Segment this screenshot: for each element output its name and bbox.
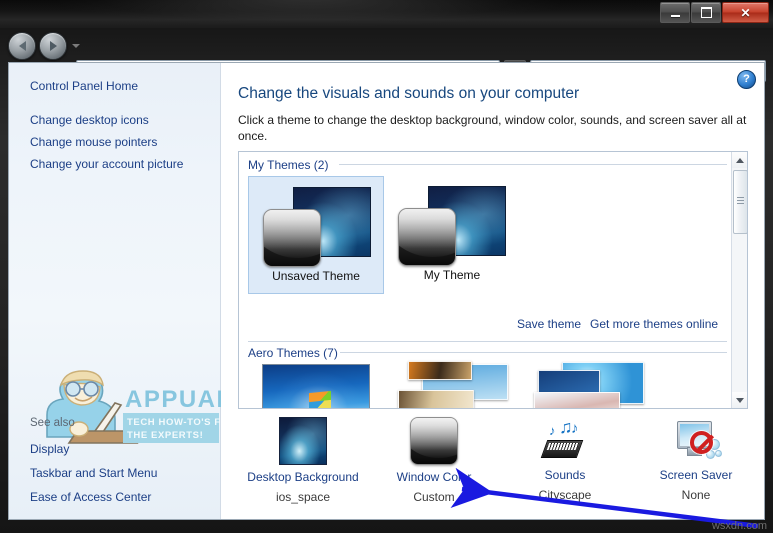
option-window-color[interactable]: Window Color Custom <box>369 417 499 504</box>
sidebar-item-display[interactable]: Display <box>30 442 69 456</box>
get-more-themes-online-link[interactable]: Get more themes online <box>590 317 718 331</box>
maximize-button[interactable] <box>691 2 721 23</box>
see-also-label: See also <box>30 417 75 429</box>
theme-tile-unsaved[interactable]: Unsaved Theme <box>248 176 384 294</box>
music-note-icon: ♪ <box>571 420 579 437</box>
group-rule <box>339 164 727 165</box>
appuals-watermark-logo: APPUALS TECH HOW-TO'S FROM THE EXPERTS! <box>46 370 227 444</box>
theme-window-glass-thumb <box>263 209 321 267</box>
option-sounds[interactable]: ♪ ♫ ♪ Sounds Cityscape <box>500 417 630 502</box>
close-button[interactable]: ✕ <box>722 2 769 23</box>
scroll-up-arrow-icon <box>735 157 744 163</box>
svg-text:THE EXPERTS!: THE EXPERTS! <box>127 430 203 441</box>
option-title[interactable]: Window Color <box>369 470 499 484</box>
theme-label: Unsaved Theme <box>272 269 360 283</box>
theme-window-glass-thumb <box>398 208 456 266</box>
option-title[interactable]: Desktop Background <box>238 470 368 484</box>
option-title[interactable]: Sounds <box>500 468 630 482</box>
option-screen-saver[interactable]: Screen Saver None <box>631 417 761 502</box>
aero-theme-thumb-windows7[interactable] <box>262 364 370 408</box>
window-controls: ✕ <box>660 2 769 23</box>
main-content: ? Change the visuals and sounds on your … <box>221 63 764 519</box>
group-divider <box>248 341 727 342</box>
theme-tile-my-theme[interactable]: My Theme <box>384 176 520 294</box>
group-rule <box>340 352 727 353</box>
close-icon: ✕ <box>740 5 751 20</box>
option-value: None <box>681 488 711 502</box>
scrollbar-grip-icon <box>737 197 744 204</box>
option-value: Custom <box>413 490 455 504</box>
save-theme-link[interactable]: Save theme <box>517 317 581 331</box>
music-note-icon: ♪ <box>549 423 556 438</box>
forward-arrow-icon <box>49 41 57 51</box>
option-desktop-background[interactable]: Desktop Background ios_space <box>238 417 368 504</box>
nav-buttons <box>8 32 80 60</box>
window-color-icon <box>410 417 458 465</box>
scrollbar-thumb[interactable] <box>733 170 747 234</box>
theme-list-scrollbar[interactable] <box>731 152 747 408</box>
sidebar-item-ease-of-access[interactable]: Ease of Access Center <box>30 490 151 504</box>
option-value: ios_space <box>275 490 331 504</box>
maximize-icon <box>700 7 712 18</box>
title-bar-gloss <box>60 0 560 26</box>
aero-thumb-image <box>262 364 370 408</box>
sidebar-item-change-account-picture[interactable]: Change your account picture <box>30 157 183 171</box>
option-title[interactable]: Screen Saver <box>631 468 761 482</box>
back-button[interactable] <box>8 32 36 60</box>
theme-preview <box>398 186 506 266</box>
screen-saver-icon <box>673 417 722 463</box>
scroll-up-button[interactable] <box>732 152 747 168</box>
sidebar-item-change-desktop-icons[interactable]: Change desktop icons <box>30 113 149 127</box>
sidebar-item-taskbar-start-menu[interactable]: Taskbar and Start Menu <box>30 466 157 480</box>
scroll-down-arrow-icon <box>735 397 744 403</box>
keyboard-icon <box>540 440 584 458</box>
prohibition-icon <box>690 431 713 454</box>
control-panel-window: ✕ « Appearance and Personalization ▸ Per… <box>0 0 773 533</box>
client-area: Control Panel Home Change desktop icons … <box>8 62 765 520</box>
theme-preview <box>263 187 371 267</box>
bubble-icon <box>715 450 722 457</box>
recent-pages-chevron-down-icon[interactable] <box>72 44 80 48</box>
forward-button[interactable] <box>39 32 67 60</box>
sidebar-item-change-mouse-pointers[interactable]: Change mouse pointers <box>30 135 157 149</box>
sidebar-item-control-panel-home[interactable]: Control Panel Home <box>30 79 138 93</box>
page-description: Click a theme to change the desktop back… <box>238 113 747 143</box>
aero-thumb-image <box>408 361 472 380</box>
minimize-button[interactable] <box>660 2 690 23</box>
sounds-icon: ♪ ♫ ♪ <box>540 417 588 463</box>
page-title: Change the visuals and sounds on your co… <box>238 85 580 102</box>
scroll-down-button[interactable] <box>732 392 747 408</box>
help-question-icon[interactable]: ? <box>737 70 756 89</box>
aero-theme-thumb-characters[interactable] <box>534 362 644 408</box>
back-arrow-icon <box>18 41 26 51</box>
aero-thumb-image <box>398 390 474 408</box>
sidebar: Control Panel Home Change desktop icons … <box>9 63 227 519</box>
aero-thumb-image <box>534 392 620 408</box>
aero-theme-thumb-architecture[interactable] <box>398 361 508 408</box>
theme-label: My Theme <box>423 268 481 282</box>
navigation-toolbar: « Appearance and Personalization ▸ Perso… <box>0 28 773 82</box>
title-bar[interactable]: ✕ <box>0 0 773 28</box>
site-watermark: wsxdn.com <box>711 520 767 532</box>
svg-text:APPUALS: APPUALS <box>125 386 227 413</box>
desktop-background-icon <box>279 417 327 465</box>
option-value: Cityscape <box>538 488 592 502</box>
theme-list-panel[interactable]: My Themes (2) Unsaved Theme My Theme Sav… <box>238 151 748 409</box>
svg-text:TECH HOW-TO'S FROM: TECH HOW-TO'S FROM <box>127 417 227 428</box>
windows-logo-icon <box>309 390 331 408</box>
group-header-my-themes: My Themes (2) <box>248 158 329 172</box>
personalization-options-row: Desktop Background ios_space Window Colo… <box>221 411 764 519</box>
group-header-aero-themes: Aero Themes (7) <box>248 346 338 360</box>
minimize-icon <box>670 14 680 17</box>
